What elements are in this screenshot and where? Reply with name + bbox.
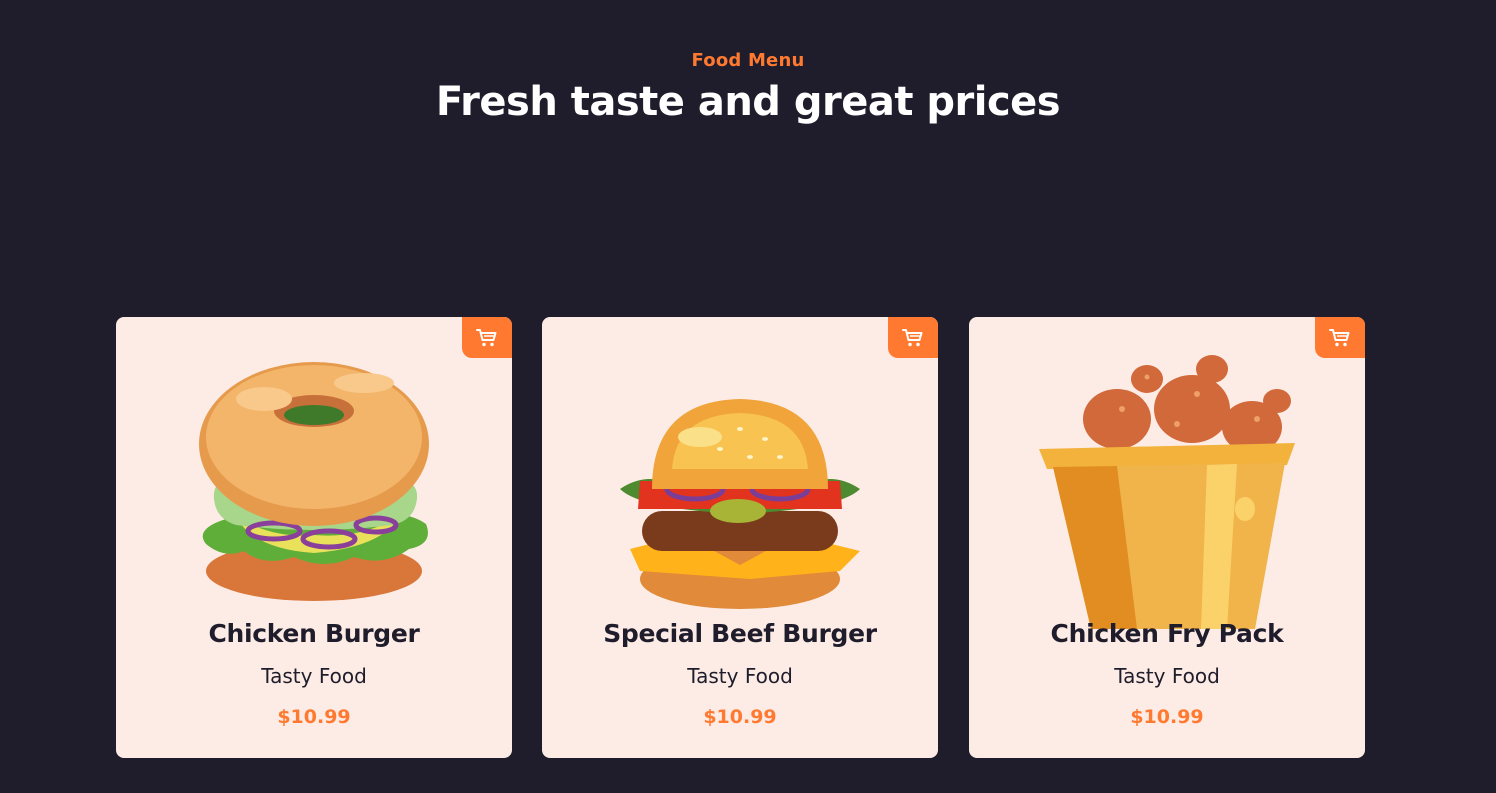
item-subtitle: Tasty Food	[261, 664, 367, 688]
bagel-sandwich-illustration	[199, 362, 429, 601]
item-price: $10.99	[703, 706, 777, 728]
cart-icon	[476, 328, 497, 346]
item-subtitle: Tasty Food	[1114, 664, 1220, 688]
menu-card[interactable]: Special Beef Burger Tasty Food $10.99	[542, 317, 938, 758]
section-title: Fresh taste and great prices	[435, 79, 1061, 125]
add-to-cart-button[interactable]	[888, 317, 938, 358]
item-price: $10.99	[277, 706, 351, 728]
menu-card[interactable]: Chicken Burger Tasty Food $10.99	[116, 317, 512, 758]
item-subtitle: Tasty Food	[687, 664, 793, 688]
beef-burger-illustration	[620, 399, 860, 609]
item-price: $10.99	[1130, 706, 1204, 728]
item-name: Special Beef Burger	[603, 619, 877, 648]
item-name: Chicken Fry Pack	[1050, 619, 1284, 648]
cart-icon	[1329, 328, 1350, 346]
section-header: Food Menu Fresh taste and great prices	[0, 50, 1496, 125]
section-eyebrow: Food Menu	[691, 50, 805, 71]
cart-icon	[902, 328, 923, 346]
add-to-cart-button[interactable]	[1315, 317, 1365, 358]
add-to-cart-button[interactable]	[462, 317, 512, 358]
menu-card[interactable]: Chicken Fry Pack Tasty Food $10.99	[969, 317, 1365, 758]
item-name: Chicken Burger	[208, 619, 420, 648]
fried-chicken-bucket-illustration	[1039, 355, 1295, 629]
